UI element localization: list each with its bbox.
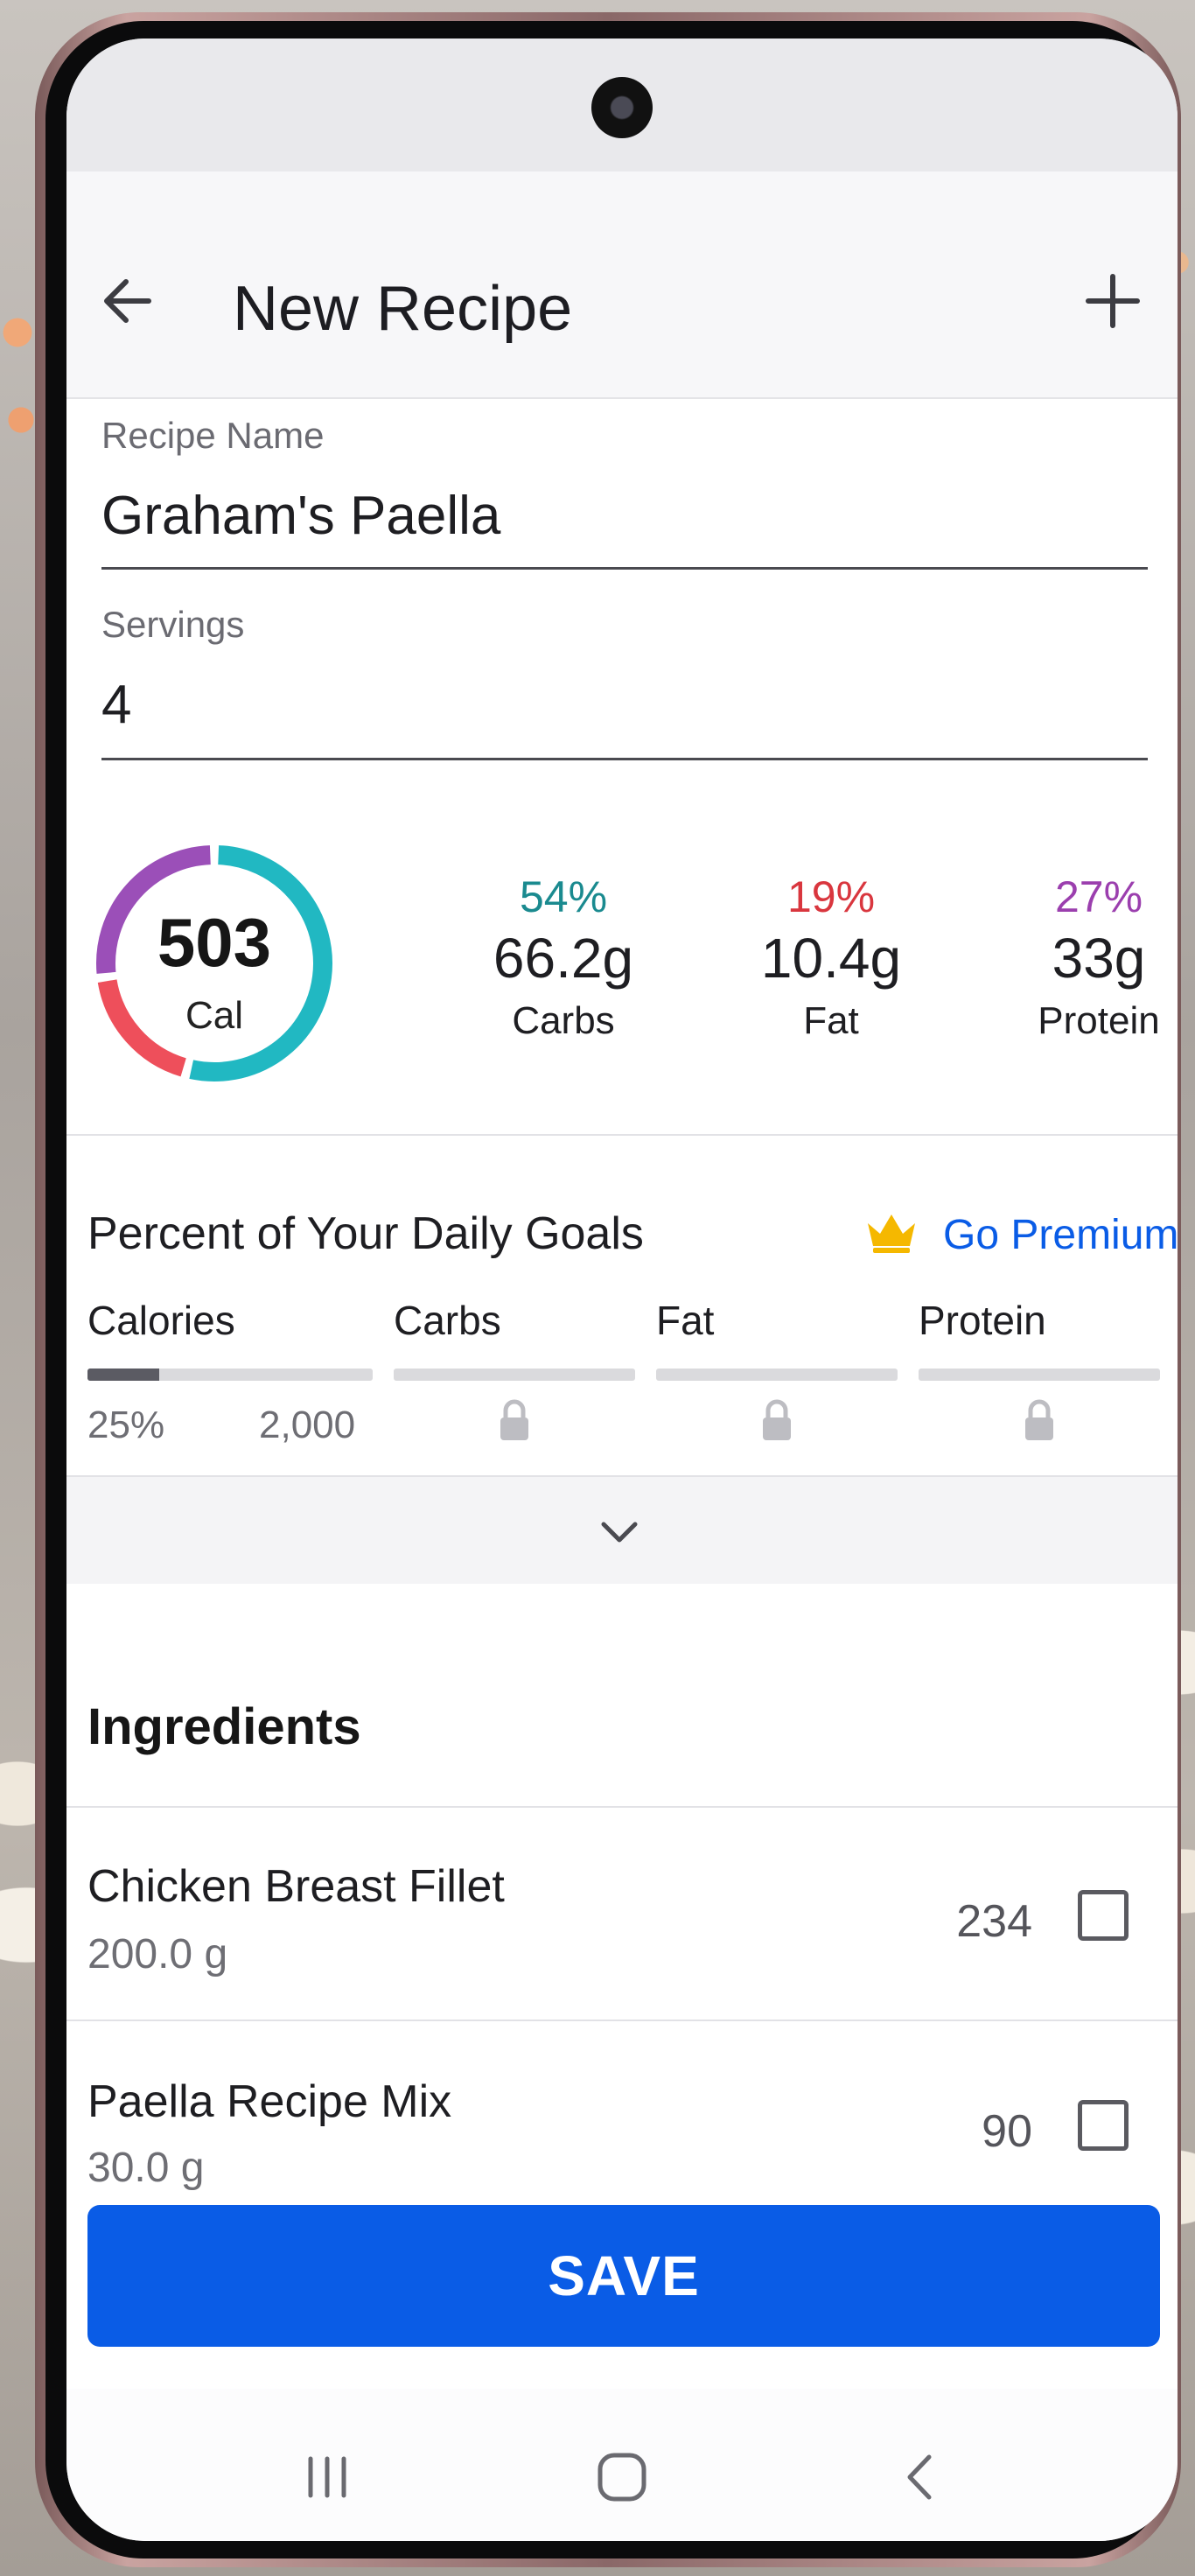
arrow-left-icon[interactable] [93, 266, 163, 336]
save-button[interactable]: SAVE [87, 2205, 1160, 2347]
macro-carbs-name: Carbs [512, 999, 615, 1042]
calorie-label: Cal [185, 994, 244, 1037]
goal-protein: Protein [919, 1297, 1164, 1344]
section-divider [66, 1134, 1178, 1136]
macro-carbs: 54% 66.2g Carbs [450, 872, 677, 1043]
go-premium-link[interactable]: Go Premium [943, 1211, 1178, 1259]
goal-calories: Calories [87, 1297, 332, 1344]
recipe-name-underline [101, 567, 1148, 570]
ingredient-calories: 234 [956, 1896, 1032, 1947]
home-icon[interactable] [591, 2446, 653, 2508]
goal-carbs-label: Carbs [394, 1298, 501, 1343]
goal-fat: Fat [656, 1297, 901, 1344]
ingredient-name: Paella Recipe Mix [87, 2076, 452, 2127]
macro-fat: 19% 10.4g Fat [717, 872, 945, 1043]
macro-carbs-percent: 54% [519, 872, 608, 921]
macro-fat-amount: 10.4g [760, 927, 902, 990]
goal-carbs-bar [394, 1368, 635, 1381]
plus-icon[interactable] [1078, 266, 1148, 336]
recipe-name-input[interactable]: Graham's Paella [101, 485, 500, 547]
status-bar [66, 38, 1178, 172]
macro-protein: 27% 33g Protein [985, 872, 1178, 1043]
goal-fat-label: Fat [656, 1298, 715, 1343]
daily-goals-title: Percent of Your Daily Goals [87, 1208, 644, 1259]
lock-icon [1025, 1399, 1053, 1440]
ingredient-name: Chicken Breast Fillet [87, 1861, 505, 1912]
ingredient-checkbox[interactable] [1078, 1890, 1129, 1941]
lock-icon [763, 1399, 791, 1440]
macro-protein-name: Protein [1038, 999, 1160, 1042]
goal-protein-label: Protein [919, 1298, 1046, 1343]
recents-icon[interactable] [297, 2446, 358, 2508]
macro-protein-amount: 33g [1052, 927, 1146, 990]
system-nav-bar [66, 2389, 1178, 2541]
servings-label: Servings [101, 604, 245, 645]
section-divider [66, 1806, 1178, 1808]
servings-input[interactable]: 4 [101, 674, 131, 736]
ingredient-checkbox[interactable] [1078, 2100, 1129, 2151]
goal-calories-bar [87, 1368, 373, 1381]
app-bar: New Recipe [66, 172, 1178, 399]
front-camera [591, 77, 653, 138]
recipe-name-label: Recipe Name [101, 415, 325, 456]
goal-calories-label: Calories [87, 1298, 235, 1343]
back-icon[interactable] [889, 2446, 950, 2508]
macro-carbs-amount: 66.2g [493, 927, 634, 990]
crown-icon[interactable] [863, 1208, 920, 1256]
calorie-total: 503 [157, 904, 272, 981]
ingredients-heading: Ingredients [87, 1698, 361, 1755]
section-divider [66, 2020, 1178, 2021]
goal-calories-target: 2,000 [259, 1404, 356, 1446]
lock-icon [500, 1399, 528, 1440]
goal-calories-percent: 25% [87, 1404, 165, 1446]
ingredient-amount: 200.0 g [87, 1931, 228, 1978]
page-title: New Recipe [233, 274, 573, 344]
macro-fat-percent: 19% [786, 872, 876, 921]
servings-underline [101, 758, 1148, 760]
chevron-down-icon[interactable] [593, 1514, 646, 1549]
goal-fat-bar [656, 1368, 898, 1381]
macro-fat-name: Fat [803, 999, 859, 1042]
goal-carbs: Carbs [394, 1297, 639, 1344]
goal-protein-bar [919, 1368, 1160, 1381]
goal-calories-bar-fill [87, 1368, 159, 1381]
ingredient-amount: 30.0 g [87, 2145, 205, 2191]
macro-protein-percent: 27% [1054, 872, 1143, 921]
ingredient-calories: 90 [982, 2106, 1032, 2157]
app-screen: New Recipe Recipe Name Graham's Paella S… [66, 38, 1178, 2541]
